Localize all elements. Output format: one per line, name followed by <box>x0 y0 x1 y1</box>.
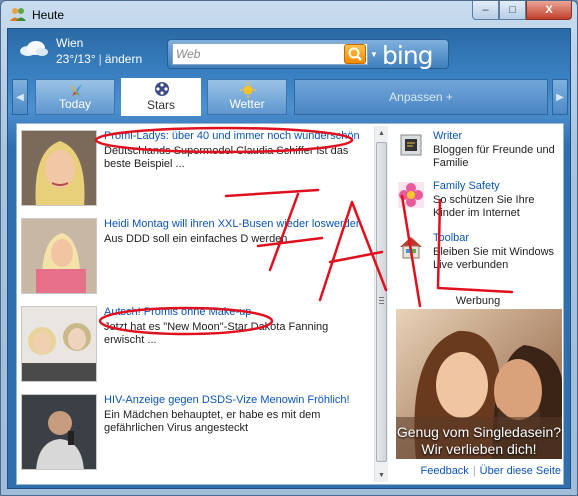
news-headline[interactable]: Autsch! Promis ohne Make-up <box>104 306 366 318</box>
people-icon <box>10 8 26 21</box>
msn-butterfly-icon <box>70 84 82 96</box>
news-scrollbar[interactable]: ▲ ▼ <box>374 126 388 482</box>
scroll-left-button[interactable]: ◀ <box>12 79 28 115</box>
house-icon <box>400 237 422 259</box>
scroll-down-button[interactable]: ▼ <box>375 468 388 482</box>
ad-subline: Wir verlieben dich! <box>421 441 537 457</box>
tab-stars[interactable]: Stars <box>121 78 201 116</box>
news-headline[interactable]: HIV-Anzeige gegen DSDS-Vize Menowin Fröh… <box>104 394 366 406</box>
tab-label: Wetter <box>229 97 265 111</box>
app-window: Heute – □ X Wien 23°/13°|ändern Web ▼ <box>0 0 578 496</box>
grip-icon <box>379 297 384 304</box>
film-reel-icon <box>155 82 169 96</box>
ad-label: Werbung <box>455 295 501 307</box>
scroll-thumb[interactable] <box>376 142 387 462</box>
chevron-down-icon[interactable]: ▼ <box>370 50 378 59</box>
cloud-icon <box>20 41 48 56</box>
scroll-up-button[interactable]: ▲ <box>375 126 388 140</box>
news-item[interactable]: Heidi Montag will ihren XXL-Busen wieder… <box>21 218 366 298</box>
sidebar-item-toolbar[interactable]: Toolbar Bleiben Sie mit Windows Live ver… <box>398 232 563 280</box>
title-bar[interactable]: Heute – □ X <box>1 1 577 27</box>
search-input[interactable]: Web <box>172 43 368 65</box>
tab-label: Today <box>58 97 92 111</box>
sidebar-item-title[interactable]: Toolbar <box>433 232 469 244</box>
news-headline[interactable]: Promi-Ladys: über 40 und immer noch wund… <box>104 130 366 142</box>
customize-button[interactable]: Anpassen + <box>294 79 548 115</box>
bing-logo: bing <box>382 41 434 70</box>
sidebar-item-writer[interactable]: Writer Bloggen für Freunde und Familie <box>398 130 563 178</box>
sidebar-item-family-safety[interactable]: Family Safety So schützen Sie Ihre Kinde… <box>398 180 563 228</box>
ad-banner[interactable]: Genug vom Singledasein? Wir verlieben di… <box>396 309 562 459</box>
content-panel: Promi-Ladys: über 40 und immer noch wund… <box>16 123 564 485</box>
flower-icon <box>398 182 424 208</box>
window-title: Heute <box>32 8 65 22</box>
window-controls: – □ X <box>472 1 572 20</box>
about-page-link[interactable]: Über diese Seite <box>480 465 561 477</box>
news-summary: Aus DDD soll ein einfaches D werden ... <box>104 233 300 245</box>
news-thumbnail[interactable] <box>21 218 97 294</box>
temp-low: 13° <box>77 52 96 66</box>
tab-row: ◀ Today Stars Wetter Anpassen + ▶ <box>8 75 570 119</box>
sidebar-item-title[interactable]: Family Safety <box>433 180 500 192</box>
news-thumbnail[interactable] <box>21 394 97 470</box>
news-thumbnail[interactable] <box>21 130 97 206</box>
news-thumbnail[interactable] <box>21 306 97 382</box>
ad-headline: Genug vom Singledasein? <box>396 424 562 440</box>
sidebar-item-desc: Bleiben Sie mit Windows Live verbunden <box>433 246 555 271</box>
news-summary: Deutschlands Supermodel Claudia Schiffer… <box>104 145 349 170</box>
footer-divider: | <box>472 465 476 477</box>
maximize-button[interactable]: □ <box>499 1 526 20</box>
close-button[interactable]: X <box>526 1 572 20</box>
tab-wetter[interactable]: Wetter <box>207 79 287 115</box>
tab-today[interactable]: Today <box>35 79 115 115</box>
weather-temps: 23°/13° | ändern <box>56 52 143 66</box>
writer-icon <box>400 134 422 156</box>
gadget-frame: Wien 23°/13°|ändern Web ▼ bing ◀ Today <box>7 28 571 489</box>
change-location-link[interactable]: ändern <box>105 52 142 66</box>
sidebar-item-title[interactable]: Writer <box>433 130 462 142</box>
search-button[interactable] <box>344 44 366 64</box>
temp-separator: | <box>98 52 102 66</box>
news-item[interactable]: HIV-Anzeige gegen DSDS-Vize Menowin Fröh… <box>21 394 366 474</box>
search-box: Web ▼ bing <box>167 39 449 70</box>
tab-label: Stars <box>146 98 175 112</box>
search-icon <box>348 47 362 61</box>
sidebar-item-desc: Bloggen für Freunde und Familie <box>433 144 555 169</box>
scroll-right-button[interactable]: ▶ <box>552 79 568 115</box>
news-headline[interactable]: Heidi Montag will ihren XXL-Busen wieder… <box>104 218 366 230</box>
weather-city: Wien <box>56 36 84 50</box>
minimize-button[interactable]: – <box>472 1 499 20</box>
news-summary: Jetzt hat es "New Moon"-Star Dakota Fann… <box>104 321 329 346</box>
sun-icon <box>240 82 256 98</box>
temp-high: 23° <box>56 52 75 66</box>
news-summary: Ein Mädchen behauptet, er habe es mit de… <box>104 409 321 434</box>
feedback-link[interactable]: Feedback <box>421 465 469 477</box>
news-item[interactable]: Autsch! Promis ohne Make-up Jetzt hat es… <box>21 306 366 386</box>
sidebar-item-desc: So schützen Sie Ihre Kinder im Internet <box>433 194 535 219</box>
news-item[interactable]: Promi-Ladys: über 40 und immer noch wund… <box>21 130 366 210</box>
footer-links: Feedback | Über diese Seite <box>398 465 562 477</box>
